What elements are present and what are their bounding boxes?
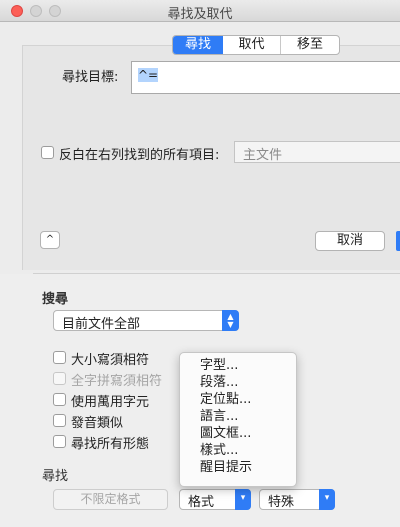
highlight-all-checkbox[interactable]: [41, 146, 54, 159]
updown-chevron-icon: ▲ ▼: [222, 310, 239, 331]
wildcards-label: 使用萬用字元: [71, 395, 150, 410]
collapse-button[interactable]: ^: [40, 231, 60, 249]
menu-item-paragraph[interactable]: 段落...: [180, 374, 296, 391]
sounds-like-checkbox[interactable]: [53, 414, 66, 427]
tab-bar: 尋找 取代 移至: [172, 35, 340, 55]
format-select[interactable]: 格式 ▾: [179, 489, 251, 510]
format-menu: 字型... 段落... 定位點... 語言... 圖文框... 樣式... 醒目…: [179, 352, 297, 487]
no-formatting-button[interactable]: 不限定格式: [53, 489, 168, 510]
sounds-like-label: 發音類似: [71, 416, 124, 431]
highlight-target-select[interactable]: 主文件: [234, 141, 400, 163]
search-scope-select[interactable]: 目前文件全部 ▲ ▼: [53, 310, 239, 332]
menu-item-font[interactable]: 字型...: [180, 357, 296, 374]
format-select-label: 格式: [188, 495, 215, 510]
search-section-title: 搜尋: [42, 292, 69, 307]
all-word-forms-label: 尋找所有形態: [71, 437, 150, 452]
special-select[interactable]: 特殊 ▾: [259, 489, 335, 510]
title-bar: 尋找及取代: [0, 0, 400, 22]
wildcards-checkbox[interactable]: [53, 393, 66, 406]
all-word-forms-checkbox[interactable]: [53, 435, 66, 448]
tab-find[interactable]: 尋找: [173, 36, 223, 54]
window-title: 尋找及取代: [167, 7, 233, 22]
whole-word-checkbox[interactable]: [53, 372, 66, 385]
menu-item-style[interactable]: 樣式...: [180, 442, 296, 459]
find-section-title: 尋找: [42, 469, 69, 484]
chevron-down-icon: ▾: [319, 489, 335, 510]
menu-item-highlight[interactable]: 醒目提示: [180, 459, 296, 476]
match-case-label: 大小寫須相符: [71, 353, 150, 368]
special-select-label: 特殊: [268, 495, 295, 510]
whole-word-label: 全字拼寫須相符: [71, 374, 163, 389]
cancel-button[interactable]: 取消: [315, 231, 385, 251]
highlight-all-label: 反白在右列找到的所有項目:: [59, 148, 220, 163]
search-scope-value: 目前文件全部: [62, 317, 141, 332]
tab-replace[interactable]: 取代: [223, 36, 281, 54]
chevron-down-icon: ▾: [235, 489, 251, 510]
find-what-value: ^=: [138, 68, 159, 82]
find-what-input[interactable]: ^=: [131, 61, 400, 94]
find-what-label: 尋找目標:: [62, 70, 119, 85]
tab-goto[interactable]: 移至: [281, 36, 339, 54]
menu-item-language[interactable]: 語言...: [180, 408, 296, 425]
match-case-checkbox[interactable]: [53, 351, 66, 364]
menu-item-tabs[interactable]: 定位點...: [180, 391, 296, 408]
menu-item-frame[interactable]: 圖文框...: [180, 425, 296, 442]
default-button-edge[interactable]: [396, 231, 400, 251]
